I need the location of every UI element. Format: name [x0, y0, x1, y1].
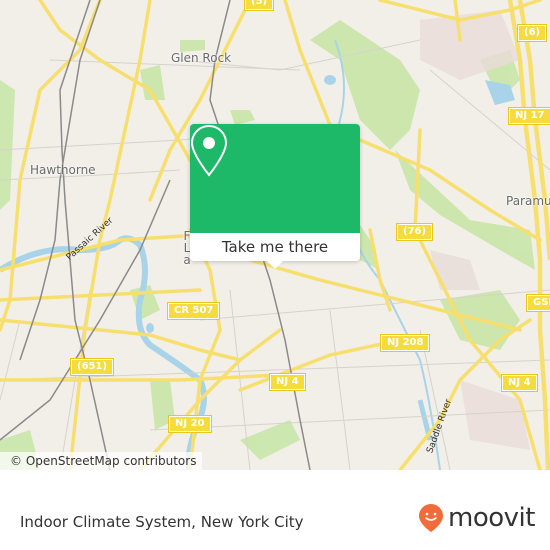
moovit-logo[interactable]: moovit — [418, 503, 535, 533]
moovit-pin-icon — [419, 504, 443, 532]
route-shield-nj-17: NJ 17 — [508, 107, 550, 125]
route-shield-nj-4-west: NJ 4 — [269, 373, 306, 391]
place-title: Indoor Climate System, New York City — [20, 513, 304, 531]
route-shield-5: (5) — [243, 0, 275, 11]
route-shield-gsp: GSP — [526, 294, 550, 312]
route-shield-nj-208: NJ 208 — [379, 334, 431, 352]
route-shield-cr-507: CR 507 — [166, 302, 221, 320]
route-shield-nj-20: NJ 20 — [168, 415, 212, 433]
place-label-paramus: Paramu — [506, 194, 550, 208]
logo-wordmark: moovit — [448, 503, 535, 533]
map-view[interactable]: Glen Rock Hawthorne Paramu F La (6) NJ 1… — [0, 0, 550, 470]
take-me-there-button[interactable]: Take me there — [190, 233, 360, 261]
place-label-glen-rock: Glen Rock — [171, 52, 231, 64]
route-shield-76: (76) — [395, 223, 434, 241]
popup-pointer — [266, 260, 284, 269]
route-shield-6: (6) — [516, 24, 548, 42]
popup-header — [190, 124, 360, 233]
route-shield-nj-4-east: NJ 4 — [501, 374, 538, 392]
route-shield-651: (651) — [69, 358, 115, 376]
place-label-text: Glen Rock — [171, 51, 232, 65]
map-attribution[interactable]: © OpenStreetMap contributors — [0, 452, 203, 470]
map-pin-icon — [190, 124, 228, 177]
location-popup: Take me there — [190, 124, 360, 269]
place-label-hawthorne: Hawthorne — [30, 163, 96, 177]
